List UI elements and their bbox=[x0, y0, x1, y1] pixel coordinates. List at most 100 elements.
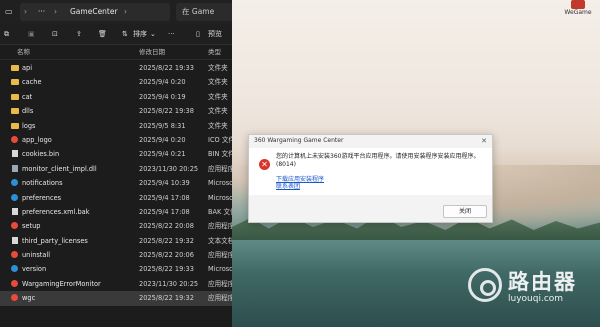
file-name: third_party_licenses bbox=[22, 236, 88, 245]
file-type: 文件夹 bbox=[208, 107, 228, 116]
sort-icon[interactable]: ⇅ bbox=[122, 27, 128, 41]
file-type: ICO 文件 bbox=[208, 135, 232, 144]
file-date: 2025/9/4 0:20 bbox=[139, 78, 186, 87]
search-input[interactable]: 在 Game bbox=[176, 3, 232, 21]
file-row[interactable]: uninstall 2025/8/22 20:06 应用程序 bbox=[0, 248, 232, 262]
file-date: 2025/8/22 19:32 bbox=[139, 294, 194, 303]
chevron-down-icon[interactable]: ⌄ bbox=[150, 27, 156, 41]
file-type: 应用程序 bbox=[208, 251, 232, 260]
file-date: 2025/8/22 20:08 bbox=[139, 222, 194, 231]
file-row[interactable]: notifications 2025/9/4 10:39 Microso bbox=[0, 176, 232, 190]
edge-icon bbox=[11, 193, 18, 201]
file-name: app_logo bbox=[22, 135, 52, 144]
column-name[interactable]: 名称 bbox=[17, 45, 30, 59]
file-list: api 2025/8/22 19:33 文件夹 cache 2025/9/4 0:20 文… bbox=[0, 61, 232, 306]
column-date-modified[interactable]: 修改日期 bbox=[139, 45, 165, 59]
chevron-right-icon: › bbox=[124, 7, 127, 16]
app-icon bbox=[11, 135, 18, 143]
file-row[interactable]: api 2025/8/22 19:33 文件夹 bbox=[0, 61, 232, 75]
file-row[interactable]: dlls 2025/8/22 19:38 文件夹 bbox=[0, 104, 232, 118]
file-date: 2023/11/30 20:25 bbox=[139, 279, 199, 288]
file-name: uninstall bbox=[22, 251, 51, 260]
file-type: Microso bbox=[208, 265, 232, 274]
folder-icon bbox=[11, 65, 19, 71]
file-name: monitor_client_impl.dll bbox=[22, 164, 97, 173]
file-row[interactable]: WargamingErrorMonitor 2023/11/30 20:25 应用程… bbox=[0, 277, 232, 291]
desktop-icon-label: WeGame bbox=[564, 9, 592, 16]
file-name: cookies.bin bbox=[22, 150, 60, 159]
error-icon: ✕ bbox=[259, 159, 270, 170]
app-icon bbox=[11, 251, 18, 259]
paste-icon[interactable]: ▣ bbox=[28, 27, 35, 41]
file-date: 2025/8/22 19:32 bbox=[139, 236, 194, 245]
app-icon bbox=[11, 294, 18, 302]
file-type: 文件夹 bbox=[208, 121, 228, 130]
search-placeholder: 在 Game bbox=[182, 7, 215, 16]
file-type: 文件夹 bbox=[208, 92, 228, 101]
file-row[interactable]: cookies.bin 2025/9/4 0:21 BIN 文件 bbox=[0, 147, 232, 161]
sort-button[interactable]: 排序 bbox=[133, 27, 147, 41]
file-row[interactable]: monitor_client_impl.dll 2023/11/30 20:25 应… bbox=[0, 162, 232, 176]
download-installer-link[interactable]: 下载应用安装程序 bbox=[276, 176, 324, 183]
file-name: dlls bbox=[22, 107, 34, 116]
file-row[interactable]: logs 2025/9/5 8:31 文件夹 bbox=[0, 119, 232, 133]
command-bar: ⧉ ▣ ⊡ ⇪ 🗑 ⇅ 排序 ⌄ ··· ▯ 预览 bbox=[0, 24, 232, 45]
share-icon[interactable]: ⇪ bbox=[76, 27, 82, 41]
file-name: notifications bbox=[22, 179, 63, 188]
file-name: setup bbox=[22, 222, 41, 231]
file-type: BAK 文件 bbox=[208, 207, 232, 216]
file-row[interactable]: preferences 2025/9/4 17:08 Microso bbox=[0, 191, 232, 205]
file-date: 2023/11/30 20:25 bbox=[139, 164, 199, 173]
edge-icon bbox=[11, 179, 18, 187]
file-name: version bbox=[22, 265, 47, 274]
edge-icon bbox=[11, 265, 18, 273]
file-row[interactable]: version 2025/8/22 19:33 Microso bbox=[0, 262, 232, 276]
file-date: 2025/9/4 0:20 bbox=[139, 135, 186, 144]
file-icon bbox=[12, 207, 18, 215]
file-row[interactable]: setup 2025/8/22 20:08 应用程序 bbox=[0, 219, 232, 233]
rename-icon[interactable]: ⊡ bbox=[52, 27, 58, 41]
close-button[interactable]: 关闭 bbox=[443, 205, 487, 218]
file-type: 应用程序 bbox=[208, 222, 232, 231]
monitor-icon[interactable]: ▭ bbox=[5, 4, 13, 20]
address-bar: ▭ › ··· › GameCenter › 在 Game bbox=[0, 0, 232, 24]
file-date: 2025/8/22 19:38 bbox=[139, 107, 194, 116]
column-type[interactable]: 类型 bbox=[208, 45, 221, 59]
error-message: 您的计算机上未安装360游戏平台应用程序。请使用安装程序安装应用程序。(8014… bbox=[276, 153, 480, 168]
folder-icon bbox=[11, 122, 19, 129]
file-row[interactable]: app_logo 2025/9/4 0:20 ICO 文件 bbox=[0, 133, 232, 147]
wegame-icon bbox=[571, 0, 585, 9]
details-pane-icon[interactable]: ▯ bbox=[196, 27, 200, 41]
folder-icon bbox=[11, 93, 19, 100]
breadcrumb-current-folder[interactable]: GameCenter bbox=[70, 3, 118, 21]
breadcrumb[interactable]: › ··· › GameCenter › bbox=[20, 3, 170, 21]
file-date: 2025/9/4 0:19 bbox=[139, 92, 186, 101]
file-date: 2025/9/4 0:21 bbox=[139, 150, 186, 159]
dialog-title: 360 Wargaming Game Center bbox=[254, 137, 344, 144]
file-date: 2025/8/22 19:33 bbox=[139, 64, 194, 72]
file-row[interactable]: cache 2025/9/4 0:20 文件夹 bbox=[0, 75, 232, 89]
watermark-url: luyouqi.com bbox=[508, 294, 564, 304]
file-name: WargamingErrorMonitor bbox=[22, 279, 101, 288]
file-row[interactable]: preferences.xml.bak 2025/9/4 17:08 BAK 文件 bbox=[0, 205, 232, 219]
contact-support-link[interactable]: 联系表团 bbox=[276, 183, 300, 190]
copy-icon[interactable]: ⧉ bbox=[4, 27, 9, 41]
file-type: 应用程序 bbox=[208, 164, 232, 173]
close-icon[interactable]: ✕ bbox=[481, 135, 487, 147]
chevron-right-icon: › bbox=[54, 7, 57, 16]
file-type: 文件夹 bbox=[208, 78, 228, 87]
file-type: 文本文档 bbox=[208, 236, 232, 245]
file-row[interactable]: cat 2025/9/4 0:19 文件夹 bbox=[0, 90, 232, 104]
delete-icon[interactable]: 🗑 bbox=[98, 27, 107, 41]
file-row[interactable]: wgc 2025/8/22 19:32 应用程序 bbox=[0, 291, 232, 306]
more-options-button[interactable]: ··· bbox=[168, 27, 175, 41]
file-name: cat bbox=[22, 92, 33, 101]
breadcrumb-ellipsis[interactable]: ··· bbox=[38, 3, 45, 21]
file-icon bbox=[12, 150, 18, 158]
preview-button[interactable]: 预览 bbox=[208, 27, 222, 41]
file-date: 2025/9/5 8:31 bbox=[139, 121, 186, 130]
desktop-icon-wegame[interactable]: WeGame bbox=[558, 0, 598, 20]
file-name: logs bbox=[22, 121, 36, 130]
file-row[interactable]: third_party_licenses 2025/8/22 19:32 文本文档 bbox=[0, 234, 232, 248]
error-dialog: 360 Wargaming Game Center ✕ ✕ 您的计算机上未安装3… bbox=[248, 134, 493, 223]
